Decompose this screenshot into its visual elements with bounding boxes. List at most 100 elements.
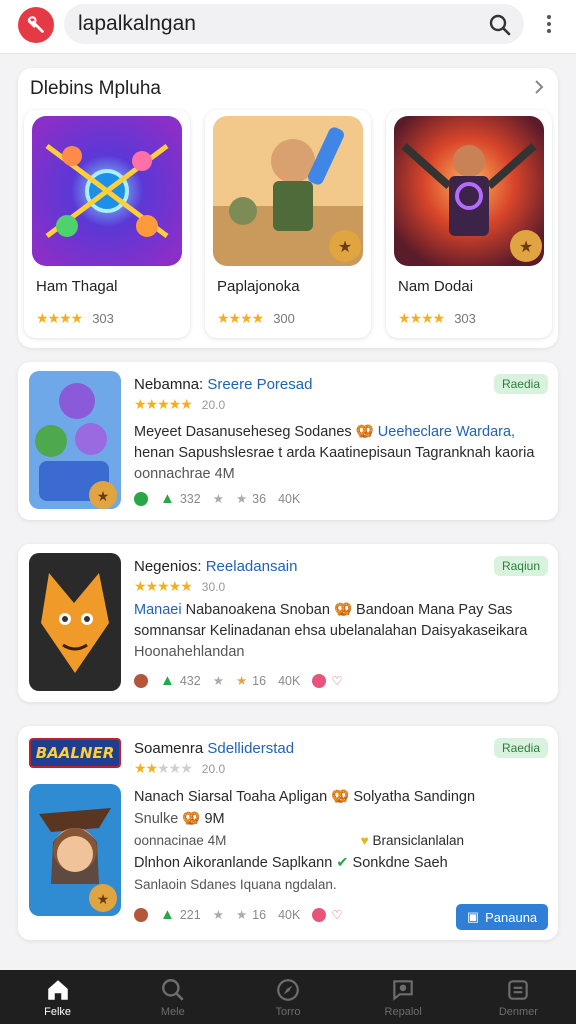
nav-search[interactable]: Mele <box>115 970 230 1024</box>
star-rating: ★★★★ <box>217 310 264 326</box>
svg-text:★: ★ <box>338 237 352 256</box>
download-count: 40K <box>278 491 301 506</box>
thumbs-up-icon: ▲ <box>160 490 175 507</box>
rating-count: 303 <box>454 311 476 326</box>
nav-label: Denmer <box>498 1005 538 1018</box>
app-rating: ★★★★ 303 <box>36 310 114 327</box>
desc-text: 9M <box>204 811 225 827</box>
banner-image: BAALNER <box>29 738 121 768</box>
thumbs-up-icon: ▲ <box>160 672 175 689</box>
desc-text: Nanach Siarsal Toaha Apligan <box>134 789 328 805</box>
stat-item: ▲ 432 <box>160 672 201 689</box>
app-description: Nanach Siarsal Toaha Apligan 🥨 Solyatha … <box>134 786 544 896</box>
desc-text: henan Sapushslesrae t arda Kaatinepisaun… <box>134 445 535 461</box>
featured-app-card[interactable]: ★ Nam Dodai ★★★★ 303 <box>386 110 552 338</box>
coin-icon: 🥨 <box>182 811 201 827</box>
featured-title: Dlebins Mpluha <box>30 78 161 99</box>
search-bar[interactable] <box>64 4 524 44</box>
nav-updates[interactable]: Repalol <box>346 970 461 1024</box>
search-input[interactable] <box>78 12 478 36</box>
home-icon <box>47 979 68 1000</box>
game-artwork: ★ <box>213 116 363 266</box>
star-icon: ★ <box>235 674 248 688</box>
status-badge: Raedia <box>493 738 548 758</box>
desc-link[interactable]: Ueeheclare Wardara, <box>378 424 515 440</box>
coin-icon: 🥨 <box>331 789 350 805</box>
chat-icon <box>393 979 413 1001</box>
app-name: Ham Thagal <box>36 278 118 295</box>
search-icon <box>161 978 184 1001</box>
desc-text: Nabanoakena Snoban <box>185 602 330 618</box>
star-icon: ★ <box>212 674 224 688</box>
stat-item: ★ 16 <box>235 673 267 689</box>
stat-item: ♡ <box>312 673 343 688</box>
featured-app-card[interactable]: ★ Paplajonoka ★★★★ 300 <box>205 110 371 338</box>
app-name: Nebamna: <box>134 376 204 393</box>
featured-app-card[interactable]: Ham Thagal ★★★★ 303 <box>24 110 190 338</box>
desc-text: oonnacinae 4M <box>134 833 227 848</box>
star-icon: ★ <box>235 908 248 922</box>
compass-icon <box>277 978 299 1001</box>
nav-label: Felke <box>44 1005 72 1018</box>
star-rating: ★★★★ <box>36 310 83 326</box>
rating-count: 303 <box>92 311 114 326</box>
nav-home[interactable]: Felke <box>0 970 115 1024</box>
install-label: Panauna <box>485 909 538 925</box>
app-stats: ▲ 432 ★ ★ 16 40K ♡ <box>134 672 343 689</box>
cookie-icon <box>134 673 148 688</box>
desc-text: Sanlaoin Sdanes Iquana ngdalan. <box>134 877 337 892</box>
chevron-right-icon[interactable] <box>532 78 546 96</box>
rating-count: 20.0 <box>201 761 226 776</box>
stat-item: ▲ 332 <box>160 490 201 507</box>
stat-item <box>134 673 148 688</box>
nav-label: Mele <box>160 1005 185 1018</box>
star-rating: ★★★★★ <box>134 396 193 412</box>
stat-item <box>134 907 148 922</box>
more-options-icon[interactable] <box>538 12 560 36</box>
tools-icon <box>27 16 44 33</box>
nav-library[interactable]: Denmer <box>461 970 576 1024</box>
star-rating: ★★★★★ <box>134 578 193 594</box>
stat-item <box>134 491 148 506</box>
stat-item: ★ 16 <box>235 907 267 923</box>
gem-icon: 🥨 <box>333 602 353 618</box>
download-count: 40K <box>278 907 301 922</box>
nav-label: Torro <box>275 1005 301 1018</box>
green-dot-icon <box>134 491 148 506</box>
app-icon: ★ <box>29 784 121 916</box>
star-icon: ★ <box>212 492 224 506</box>
install-button[interactable]: ▣ Panauna <box>456 904 548 930</box>
stat-item: ★ 36 <box>235 491 267 507</box>
app-list-item[interactable]: Negenios: Reeladansain ★★★★★ 30.0 Raqiun… <box>18 544 558 702</box>
bottom-navigation: Felke Mele Torro Repalol Denmer <box>0 970 576 1024</box>
rating-count: 300 <box>273 311 295 326</box>
app-description: Manaei Nabanoakena Snoban 🥨 Bandoan Mana… <box>134 600 544 663</box>
stat-item: ▲ 221 <box>160 906 201 923</box>
stat-item: ★ <box>213 491 224 506</box>
app-description: Meyeet Dasanuseheseg Sodanes 🥨 Ueeheclar… <box>134 422 544 485</box>
stat-item: ★ <box>213 907 224 922</box>
nav-games[interactable]: Torro <box>230 970 345 1024</box>
desc-text: Bransiclanlalan <box>372 833 464 848</box>
desc-text: Solyatha Sandingn <box>353 789 476 805</box>
app-logo[interactable] <box>18 7 54 43</box>
developer-name[interactable]: Sreere Poresad <box>207 376 312 393</box>
app-rating: ★★★★ 303 <box>398 310 476 327</box>
app-list-item[interactable]: BAALNER ★ Soamenra Sdelliderstad ★★★★★ 2… <box>18 726 558 940</box>
app-icon: ★ <box>29 371 121 509</box>
app-list-item[interactable]: ★ Nebamna: Sreere Poresad ★★★★★ 20.0 Rae… <box>18 362 558 520</box>
status-badge: Raedia <box>493 374 548 394</box>
app-rating: ★★★★★ 20.0 <box>134 760 225 777</box>
thumbs-up-icon: ▲ <box>160 906 175 923</box>
star-icon: ★ <box>212 908 224 922</box>
developer-name[interactable]: Sdelliderstad <box>207 740 294 757</box>
desc-text: oonnachrae 4M <box>134 466 235 482</box>
search-icon[interactable] <box>488 13 512 37</box>
rating-count: 20.0 <box>201 397 226 412</box>
desc-text: Meyeet Dasanuseheseg Sodanes <box>134 424 352 440</box>
app-name: Nam Dodai <box>398 278 474 295</box>
svg-text:★: ★ <box>97 892 110 908</box>
developer-name[interactable]: Reeladansain <box>206 558 298 575</box>
download-icon: ▣ <box>466 909 480 924</box>
desc-link[interactable]: Manaei <box>134 602 182 618</box>
